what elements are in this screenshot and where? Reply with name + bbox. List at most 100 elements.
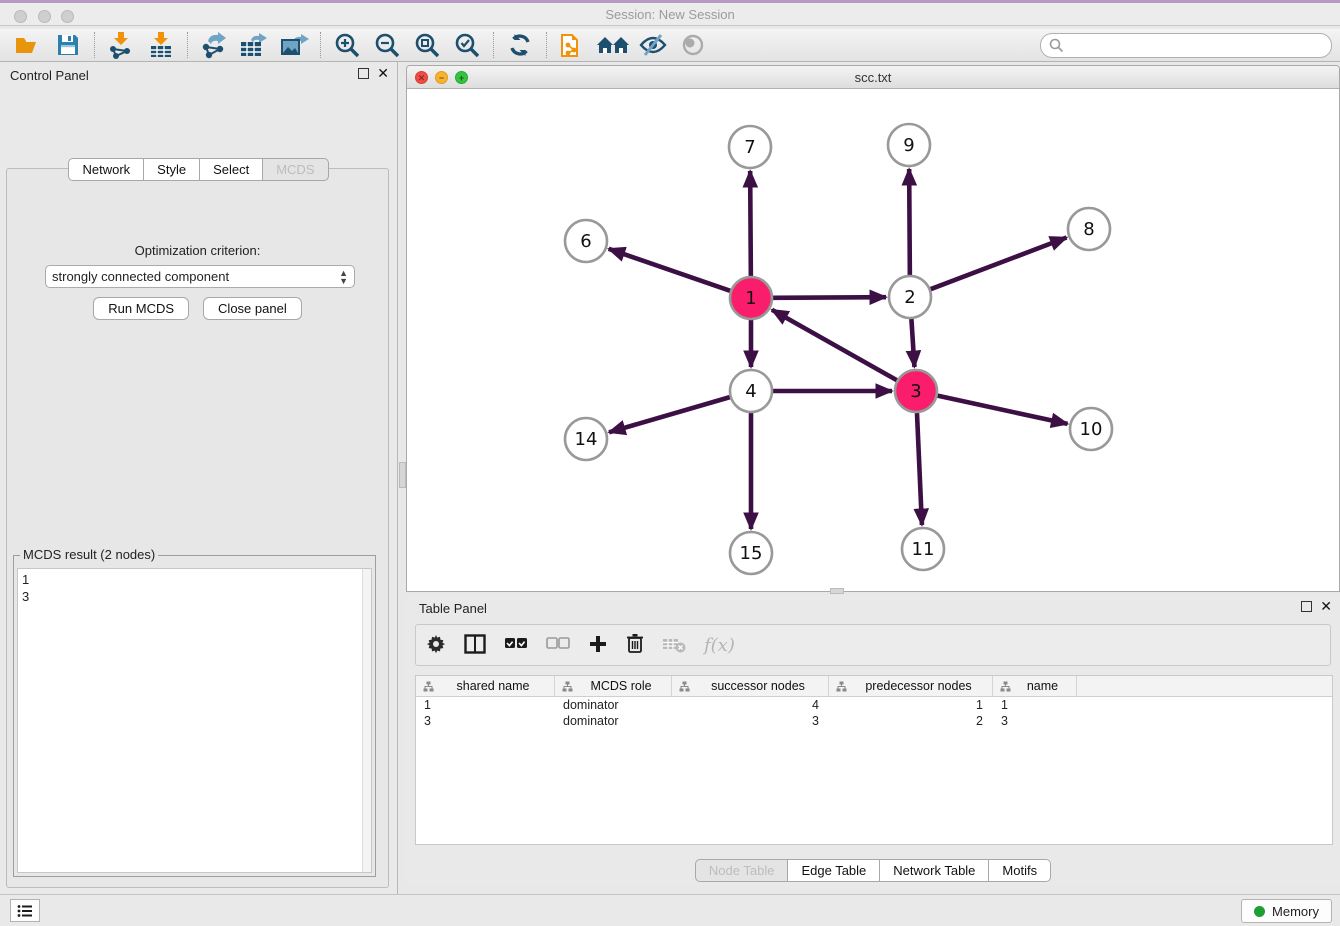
import-network-button[interactable] bbox=[101, 30, 141, 60]
save-session-button[interactable] bbox=[48, 30, 88, 60]
tab-select[interactable]: Select bbox=[200, 158, 263, 181]
node-6[interactable]: 6 bbox=[565, 220, 607, 262]
column-header-predecessor-nodes[interactable]: predecessor nodes bbox=[829, 676, 993, 696]
edge-1-2[interactable] bbox=[773, 297, 886, 298]
export-network-button[interactable] bbox=[194, 30, 234, 60]
columns-icon bbox=[464, 634, 486, 654]
node-7[interactable]: 7 bbox=[729, 126, 771, 168]
memory-label: Memory bbox=[1272, 904, 1319, 919]
select-all-button[interactable] bbox=[504, 637, 528, 654]
table-cell[interactable]: 3 bbox=[416, 713, 555, 729]
network-view-window: ✕ − + scc.txt 7 9 6 8 1 2 4 3 14 10 15 11 bbox=[406, 65, 1340, 592]
edge-3-11[interactable] bbox=[917, 413, 922, 525]
close-panel-button[interactable]: Close panel bbox=[203, 297, 302, 320]
table-row[interactable]: 3dominator323 bbox=[416, 713, 1332, 729]
table-row[interactable]: 1dominator411 bbox=[416, 697, 1332, 713]
tab-network-table[interactable]: Network Table bbox=[880, 859, 989, 882]
table-cell[interactable]: 1 bbox=[416, 697, 555, 713]
node-label: 9 bbox=[903, 135, 914, 156]
edge-2-8[interactable] bbox=[931, 238, 1067, 290]
optimization-criterion-select[interactable]: strongly connected component ▲▼ bbox=[45, 265, 355, 288]
export-network-icon bbox=[200, 31, 228, 59]
tab-node-table[interactable]: Node Table bbox=[695, 859, 789, 882]
horizontal-splitter-handle[interactable] bbox=[830, 588, 844, 594]
edge-1-7[interactable] bbox=[750, 171, 751, 276]
table-settings-button[interactable] bbox=[426, 634, 446, 657]
node-14[interactable]: 14 bbox=[565, 418, 607, 460]
column-header-MCDS-role[interactable]: MCDS role bbox=[555, 676, 672, 696]
open-folder-icon bbox=[14, 33, 42, 57]
import-table-button[interactable] bbox=[141, 30, 181, 60]
mcds-result-text[interactable]: 1 3 bbox=[17, 568, 372, 873]
first-neighbors-button[interactable] bbox=[593, 30, 633, 60]
search-input[interactable] bbox=[1040, 33, 1332, 58]
table-cell[interactable]: dominator bbox=[555, 713, 672, 729]
vertical-splitter-handle[interactable] bbox=[399, 462, 406, 488]
memory-button[interactable]: Memory bbox=[1241, 899, 1332, 923]
zoom-fit-button[interactable] bbox=[407, 30, 447, 60]
table-cell[interactable]: 4 bbox=[672, 697, 829, 713]
show-columns-button[interactable] bbox=[464, 634, 486, 657]
zoom-out-button[interactable] bbox=[367, 30, 407, 60]
optimization-criterion-value: strongly connected component bbox=[52, 269, 229, 284]
refresh-button[interactable] bbox=[500, 30, 540, 60]
column-type-icon bbox=[1000, 681, 1011, 692]
tab-style[interactable]: Style bbox=[144, 158, 200, 181]
table-cell[interactable]: 3 bbox=[672, 713, 829, 729]
hide-selected-button[interactable] bbox=[633, 30, 673, 60]
node-2[interactable]: 2 bbox=[889, 276, 931, 318]
table-cell[interactable]: dominator bbox=[555, 697, 672, 713]
node-11[interactable]: 11 bbox=[902, 528, 944, 570]
tab-motifs[interactable]: Motifs bbox=[989, 859, 1051, 882]
float-table-panel-icon[interactable] bbox=[1301, 601, 1312, 612]
network-window-titlebar[interactable]: ✕ − + scc.txt bbox=[407, 66, 1339, 89]
edge-3-1[interactable] bbox=[772, 310, 897, 380]
float-panel-icon[interactable] bbox=[358, 68, 369, 79]
edge-1-6[interactable] bbox=[609, 249, 731, 291]
column-header-successor-nodes[interactable]: successor nodes bbox=[672, 676, 829, 696]
edge-3-10[interactable] bbox=[937, 396, 1067, 424]
zoom-selected-button[interactable] bbox=[447, 30, 487, 60]
node-9[interactable]: 9 bbox=[888, 124, 930, 166]
control-panel-title: Control Panel bbox=[10, 68, 89, 83]
refresh-icon bbox=[507, 32, 533, 58]
column-header-shared-name[interactable]: shared name bbox=[416, 676, 555, 696]
node-4[interactable]: 4 bbox=[730, 370, 772, 412]
table-cell[interactable]: 1 bbox=[993, 697, 1077, 713]
edge-2-3[interactable] bbox=[911, 319, 914, 367]
table-cell[interactable]: 3 bbox=[993, 713, 1077, 729]
tab-mcds[interactable]: MCDS bbox=[263, 158, 328, 181]
open-session-button[interactable] bbox=[8, 30, 48, 60]
column-header-name[interactable]: name bbox=[993, 676, 1077, 696]
node-1[interactable]: 1 bbox=[730, 277, 772, 319]
tab-edge-table[interactable]: Edge Table bbox=[788, 859, 880, 882]
export-table-button[interactable] bbox=[234, 30, 274, 60]
table-panel-tabs: Node TableEdge TableNetwork TableMotifs bbox=[406, 859, 1340, 882]
run-mcds-button[interactable]: Run MCDS bbox=[93, 297, 189, 320]
window-titlebar: Session: New Session bbox=[0, 0, 1340, 26]
new-network-from-selection-button[interactable] bbox=[553, 30, 593, 60]
close-table-panel-icon[interactable]: ✕ bbox=[1320, 601, 1332, 612]
node-15[interactable]: 15 bbox=[730, 532, 772, 574]
export-image-button[interactable] bbox=[274, 30, 314, 60]
mcds-result-scrollbar[interactable] bbox=[362, 569, 371, 872]
close-panel-icon[interactable]: ✕ bbox=[377, 68, 389, 79]
deselect-all-button[interactable] bbox=[546, 637, 570, 654]
add-column-button[interactable] bbox=[588, 634, 608, 657]
table-cell[interactable]: 1 bbox=[829, 697, 993, 713]
main-toolbar bbox=[0, 29, 1340, 62]
edge-4-14[interactable] bbox=[609, 397, 730, 432]
table-cell[interactable]: 2 bbox=[829, 713, 993, 729]
network-graph-canvas[interactable]: 7 9 6 8 1 2 4 3 14 10 15 11 bbox=[407, 89, 1339, 591]
show-all-button[interactable] bbox=[673, 30, 713, 60]
zoom-in-button[interactable] bbox=[327, 30, 367, 60]
tab-network[interactable]: Network bbox=[68, 158, 144, 181]
node-label: 10 bbox=[1080, 419, 1103, 440]
plus-icon bbox=[588, 634, 608, 654]
task-history-button[interactable] bbox=[10, 899, 40, 922]
edge-2-9[interactable] bbox=[909, 169, 910, 275]
node-10[interactable]: 10 bbox=[1070, 408, 1112, 450]
node-8[interactable]: 8 bbox=[1068, 208, 1110, 250]
node-3[interactable]: 3 bbox=[895, 370, 937, 412]
delete-column-button[interactable] bbox=[626, 633, 644, 657]
